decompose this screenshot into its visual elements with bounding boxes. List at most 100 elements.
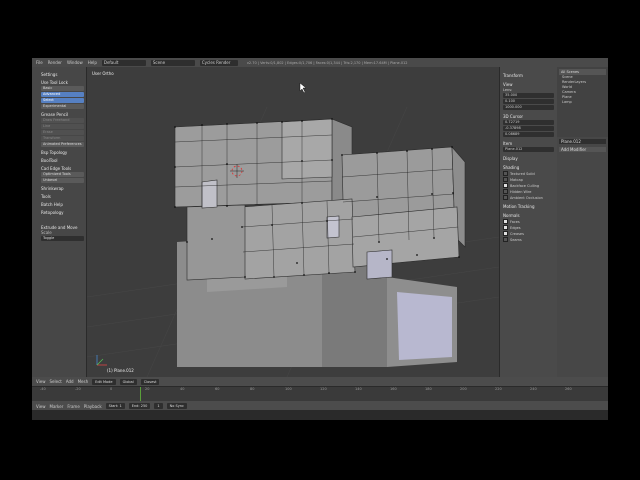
menu-window[interactable]: Window xyxy=(67,60,83,65)
clip-end-field[interactable]: 1000.000 xyxy=(503,105,554,110)
menu-render[interactable]: Render xyxy=(48,60,62,65)
timeline-menu-frame[interactable]: Frame xyxy=(67,404,79,409)
tool-item[interactable]: Basic xyxy=(41,86,84,91)
screen-layout-select[interactable]: Default xyxy=(101,59,146,66)
checkbox-row[interactable]: Creases xyxy=(503,231,554,236)
tool-item[interactable]: Select xyxy=(41,98,84,103)
lens-label: Lens: xyxy=(503,88,513,92)
current-frame-marker[interactable] xyxy=(140,387,141,401)
menu-mesh[interactable]: Mesh xyxy=(78,379,89,384)
timeline-tick-label: -40 xyxy=(40,387,46,391)
tool-item[interactable]: Experimental xyxy=(41,104,84,109)
timeline-tick-label: 100 xyxy=(285,387,292,391)
checkbox-row[interactable]: Hidden Wire xyxy=(503,189,554,194)
checkbox-row[interactable]: Ambient Occlusion xyxy=(503,195,554,200)
checkbox[interactable] xyxy=(503,237,508,242)
checkbox[interactable] xyxy=(503,225,508,230)
item-name-field[interactable]: Plane.012 xyxy=(503,147,554,152)
section-display[interactable]: Display xyxy=(503,156,554,161)
checkbox[interactable] xyxy=(503,177,508,182)
cursor-z-field[interactable]: 0.08689 xyxy=(503,132,554,137)
timeline[interactable]: -40 -20 0 20 40 60 80 100 120 140 160 180 200 220 240 2… xyxy=(32,386,608,411)
mode-select[interactable]: Edit Mode xyxy=(92,378,116,385)
tool-item[interactable]: Batch Help xyxy=(41,202,84,207)
section-normals[interactable]: Normals xyxy=(503,213,554,218)
tool-item[interactable]: Settings xyxy=(41,72,84,77)
render-engine-select[interactable]: Cycles Render xyxy=(199,59,238,66)
section-view[interactable]: View xyxy=(503,82,554,87)
tool-item[interactable]: Advanced xyxy=(41,92,84,97)
checkbox[interactable] xyxy=(503,219,508,224)
checkbox[interactable] xyxy=(503,231,508,236)
3d-viewport[interactable]: User Ortho (1) Plane.012 xyxy=(87,67,499,377)
checkbox[interactable] xyxy=(503,189,508,194)
sync-select[interactable]: No Sync xyxy=(166,403,187,409)
tool-item[interactable]: Optimized Tools xyxy=(41,172,84,177)
current-frame-field[interactable]: 1 xyxy=(154,403,163,409)
tool-item[interactable]: BoolTool xyxy=(41,158,84,163)
tool-item[interactable]: Erase xyxy=(41,130,84,135)
clip-start-field[interactable]: 0.100 xyxy=(503,99,554,104)
snap-select[interactable]: Closest xyxy=(140,378,160,385)
tool-shelf: Settings Use Tool Lock Basic Advanced Select… xyxy=(32,67,87,377)
tool-item[interactable]: Cad Edge Tools xyxy=(41,166,84,171)
tool-item[interactable]: Animated Preferences xyxy=(41,142,84,147)
timeline-tick-label: 180 xyxy=(425,387,432,391)
tool-item[interactable]: Tools xyxy=(41,194,84,199)
properties-editor: Plane.012 Add Modifier xyxy=(557,137,608,377)
tool-item[interactable]: Grease Pencil xyxy=(41,112,84,117)
operator-field-label: Scale xyxy=(41,230,52,235)
end-frame-field[interactable]: End: 250 xyxy=(128,403,151,409)
section-transform[interactable]: Transform xyxy=(503,73,554,78)
checkbox[interactable] xyxy=(503,195,508,200)
timeline-menu-marker[interactable]: Marker xyxy=(50,404,64,409)
menu-add[interactable]: Add xyxy=(66,379,74,384)
menu-file[interactable]: File xyxy=(36,60,43,65)
checkbox-row[interactable]: Edges xyxy=(503,225,554,230)
checkbox-label: Faces xyxy=(510,219,520,224)
tool-item[interactable]: Retopology xyxy=(41,210,84,215)
checkbox[interactable] xyxy=(503,183,508,188)
menu-help[interactable]: Help xyxy=(88,60,97,65)
scene-select[interactable]: Scene xyxy=(150,59,195,66)
tool-item[interactable]: Line xyxy=(41,124,84,129)
checkbox-row[interactable]: Faces xyxy=(503,219,554,224)
start-label: Start: xyxy=(108,404,119,408)
timeline-tick-label: 40 xyxy=(180,387,185,391)
add-modifier-button[interactable]: Add Modifier xyxy=(559,147,606,152)
start-frame-field[interactable]: Start: 1 xyxy=(105,403,125,409)
tool-item[interactable]: Bsp Topology xyxy=(41,150,84,155)
timeline-tick-label: 160 xyxy=(390,387,397,391)
properties-item[interactable]: Plane.012 xyxy=(559,139,606,144)
section-shading[interactable]: Shading xyxy=(503,165,554,170)
lens-field[interactable]: 35.000 xyxy=(503,93,554,98)
cursor-x-field[interactable]: 0.72719 xyxy=(503,120,554,125)
menu-select[interactable]: Select xyxy=(50,379,62,384)
section-motion-tracking[interactable]: Motion Tracking xyxy=(503,204,554,209)
selected-face[interactable] xyxy=(397,292,452,360)
axis-gizmo-icon xyxy=(96,355,107,366)
checkbox-row[interactable]: Textured Solid xyxy=(503,171,554,176)
checkbox-row[interactable]: Matcap xyxy=(503,177,554,182)
outliner-item[interactable]: Lamp xyxy=(559,100,606,105)
tool-item[interactable]: Unbevel xyxy=(41,178,84,183)
walls xyxy=(174,118,466,281)
checkbox[interactable] xyxy=(503,171,508,176)
menu-view[interactable]: View xyxy=(36,379,46,384)
cursor-y-field[interactable]: -0.37898 xyxy=(503,126,554,131)
pivot-select[interactable]: Global xyxy=(119,378,137,385)
mesh-view[interactable] xyxy=(87,67,499,377)
checkbox-row[interactable]: Backface Culling xyxy=(503,183,554,188)
tool-item[interactable]: Transform xyxy=(41,136,84,141)
tool-item[interactable]: Shrinkwrap xyxy=(41,186,84,191)
timeline-menu-view[interactable]: View xyxy=(36,404,46,409)
tool-item[interactable]: Draw Freehand xyxy=(41,118,84,123)
tool-item[interactable]: Use Tool Lock xyxy=(41,80,84,85)
operator-field[interactable]: Toggle xyxy=(41,236,84,241)
timeline-menu-playback[interactable]: Playback xyxy=(84,404,102,409)
properties-sidebar: Transform View Lens: 35.000 0.100 1000.0… xyxy=(499,67,557,377)
checkbox-row[interactable]: Seams xyxy=(503,237,554,242)
section-item[interactable]: Item xyxy=(503,141,554,146)
end-value: 250 xyxy=(140,404,148,408)
section-3d-cursor[interactable]: 3D Cursor xyxy=(503,114,554,119)
